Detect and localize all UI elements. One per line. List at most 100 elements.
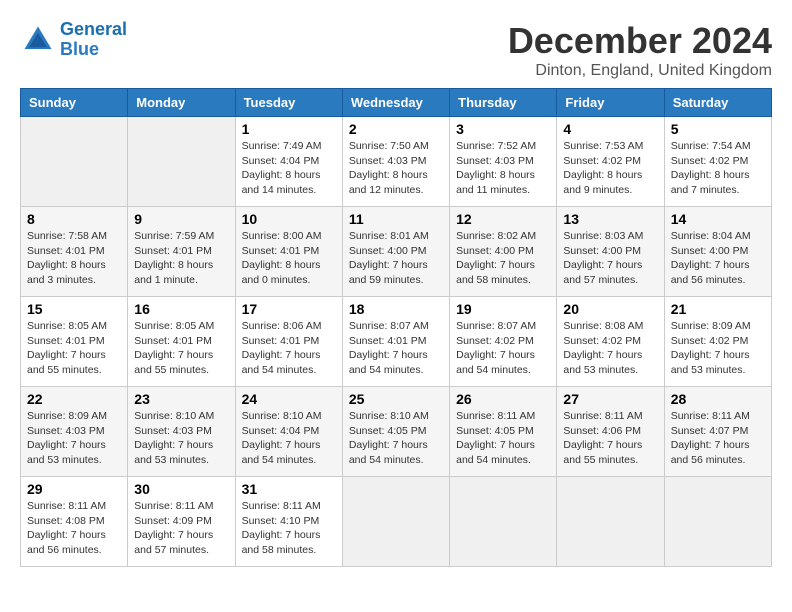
day-info: Sunrise: 8:10 AMSunset: 4:03 PMDaylight:… [134,409,228,468]
day-info: Sunrise: 8:11 AMSunset: 4:06 PMDaylight:… [563,409,657,468]
calendar-week-5: 29Sunrise: 8:11 AMSunset: 4:08 PMDayligh… [21,477,772,567]
calendar-cell: 31 Sunrise: 8:11 AMSunset: 4:10 PMDayligh… [235,477,342,567]
calendar-cell: 14Sunrise: 8:04 AMSunset: 4:00 PMDayligh… [664,207,771,297]
calendar-cell: 11 Sunrise: 8:01 AMSunset: 4:00 PMDayligh… [342,207,449,297]
month-title: December 2024 [508,20,772,62]
calendar-cell [342,477,449,567]
calendar-cell: 9 Sunrise: 7:59 AMSunset: 4:01 PMDaylight… [128,207,235,297]
day-info: Sunrise: 8:06 AMSunset: 4:01 PMDaylight:… [242,319,336,378]
day-info: Sunrise: 8:00 AMSunset: 4:01 PMDaylight:… [242,229,336,288]
calendar-cell [557,477,664,567]
day-number: 5 [671,121,765,137]
day-number: 15 [27,301,121,317]
calendar-cell: 28 Sunrise: 8:11 AMSunset: 4:07 PMDayligh… [664,387,771,477]
day-number: 4 [563,121,657,137]
calendar-cell: 23 Sunrise: 8:10 AMSunset: 4:03 PMDayligh… [128,387,235,477]
day-info: Sunrise: 7:49 AMSunset: 4:04 PMDaylight:… [242,139,336,198]
calendar-cell: 30 Sunrise: 8:11 AMSunset: 4:09 PMDayligh… [128,477,235,567]
header-tuesday: Tuesday [235,89,342,117]
header-thursday: Thursday [450,89,557,117]
day-info: Sunrise: 8:11 AMSunset: 4:05 PMDaylight:… [456,409,550,468]
calendar-cell: 29Sunrise: 8:11 AMSunset: 4:08 PMDayligh… [21,477,128,567]
day-info: Sunrise: 8:11 AMSunset: 4:08 PMDaylight:… [27,499,121,558]
day-number: 19 [456,301,550,317]
day-number: 16 [134,301,228,317]
day-number: 10 [242,211,336,227]
calendar-cell: 26 Sunrise: 8:11 AMSunset: 4:05 PMDayligh… [450,387,557,477]
calendar-cell: 5 Sunrise: 7:54 AMSunset: 4:02 PMDaylight… [664,117,771,207]
calendar-cell: 1Sunrise: 7:49 AMSunset: 4:04 PMDaylight… [235,117,342,207]
location: Dinton, England, United Kingdom [508,62,772,80]
day-info: Sunrise: 8:05 AMSunset: 4:01 PMDaylight:… [134,319,228,378]
day-number: 13 [563,211,657,227]
day-number: 26 [456,391,550,407]
day-number: 25 [349,391,443,407]
day-number: 27 [563,391,657,407]
day-number: 20 [563,301,657,317]
day-number: 2 [349,121,443,137]
calendar-cell [664,477,771,567]
logo-general: General [60,19,127,39]
calendar-week-2: 8Sunrise: 7:58 AMSunset: 4:01 PMDaylight… [21,207,772,297]
logo-text: General Blue [60,20,127,60]
day-number: 22 [27,391,121,407]
day-info: Sunrise: 7:58 AMSunset: 4:01 PMDaylight:… [27,229,121,288]
page-header: General Blue December 2024 Dinton, Engla… [20,20,772,80]
calendar-cell [128,117,235,207]
day-info: Sunrise: 8:02 AMSunset: 4:00 PMDaylight:… [456,229,550,288]
calendar-cell: 27 Sunrise: 8:11 AMSunset: 4:06 PMDayligh… [557,387,664,477]
day-info: Sunrise: 8:05 AMSunset: 4:01 PMDaylight:… [27,319,121,378]
header-saturday: Saturday [664,89,771,117]
day-number: 31 [242,481,336,497]
calendar-cell: 13 Sunrise: 8:03 AMSunset: 4:00 PMDayligh… [557,207,664,297]
day-info: Sunrise: 7:53 AMSunset: 4:02 PMDaylight:… [563,139,657,198]
calendar-cell [450,477,557,567]
day-info: Sunrise: 8:01 AMSunset: 4:00 PMDaylight:… [349,229,443,288]
calendar-cell: 24Sunrise: 8:10 AMSunset: 4:04 PMDayligh… [235,387,342,477]
day-number: 21 [671,301,765,317]
calendar-cell: 19 Sunrise: 8:07 AMSunset: 4:02 PMDayligh… [450,297,557,387]
day-number: 3 [456,121,550,137]
header-monday: Monday [128,89,235,117]
calendar-cell: 22 Sunrise: 8:09 AMSunset: 4:03 PMDayligh… [21,387,128,477]
day-info: Sunrise: 8:11 AMSunset: 4:07 PMDaylight:… [671,409,765,468]
day-info: Sunrise: 8:11 AMSunset: 4:09 PMDaylight:… [134,499,228,558]
day-info: Sunrise: 8:07 AMSunset: 4:01 PMDaylight:… [349,319,443,378]
day-number: 28 [671,391,765,407]
calendar-cell: 20 Sunrise: 8:08 AMSunset: 4:02 PMDayligh… [557,297,664,387]
logo: General Blue [20,20,127,60]
logo-blue: Blue [60,40,127,60]
calendar-cell: 3 Sunrise: 7:52 AMSunset: 4:03 PMDaylight… [450,117,557,207]
calendar-cell: 15 Sunrise: 8:05 AMSunset: 4:01 PMDayligh… [21,297,128,387]
day-info: Sunrise: 8:11 AMSunset: 4:10 PMDaylight:… [242,499,336,558]
header-sunday: Sunday [21,89,128,117]
day-info: Sunrise: 7:50 AMSunset: 4:03 PMDaylight:… [349,139,443,198]
day-number: 11 [349,211,443,227]
day-info: Sunrise: 8:04 AMSunset: 4:00 PMDaylight:… [671,229,765,288]
calendar-header-row: SundayMondayTuesdayWednesdayThursdayFrid… [21,89,772,117]
day-info: Sunrise: 7:59 AMSunset: 4:01 PMDaylight:… [134,229,228,288]
calendar-cell: 17 Sunrise: 8:06 AMSunset: 4:01 PMDayligh… [235,297,342,387]
calendar-week-4: 22 Sunrise: 8:09 AMSunset: 4:03 PMDayligh… [21,387,772,477]
calendar-table: SundayMondayTuesdayWednesdayThursdayFrid… [20,88,772,567]
day-info: Sunrise: 8:07 AMSunset: 4:02 PMDaylight:… [456,319,550,378]
calendar-week-1: 1Sunrise: 7:49 AMSunset: 4:04 PMDaylight… [21,117,772,207]
day-info: Sunrise: 8:10 AMSunset: 4:05 PMDaylight:… [349,409,443,468]
day-info: Sunrise: 8:03 AMSunset: 4:00 PMDaylight:… [563,229,657,288]
calendar-cell: 12 Sunrise: 8:02 AMSunset: 4:00 PMDayligh… [450,207,557,297]
day-number: 30 [134,481,228,497]
day-number: 17 [242,301,336,317]
day-number: 9 [134,211,228,227]
calendar-cell [21,117,128,207]
day-info: Sunrise: 8:09 AMSunset: 4:03 PMDaylight:… [27,409,121,468]
calendar-cell: 21Sunrise: 8:09 AMSunset: 4:02 PMDayligh… [664,297,771,387]
day-number: 18 [349,301,443,317]
day-number: 12 [456,211,550,227]
day-number: 23 [134,391,228,407]
day-info: Sunrise: 8:08 AMSunset: 4:02 PMDaylight:… [563,319,657,378]
calendar-week-3: 15 Sunrise: 8:05 AMSunset: 4:01 PMDayligh… [21,297,772,387]
day-info: Sunrise: 7:52 AMSunset: 4:03 PMDaylight:… [456,139,550,198]
calendar-cell: 2 Sunrise: 7:50 AMSunset: 4:03 PMDaylight… [342,117,449,207]
day-info: Sunrise: 7:54 AMSunset: 4:02 PMDaylight:… [671,139,765,198]
day-number: 24 [242,391,336,407]
